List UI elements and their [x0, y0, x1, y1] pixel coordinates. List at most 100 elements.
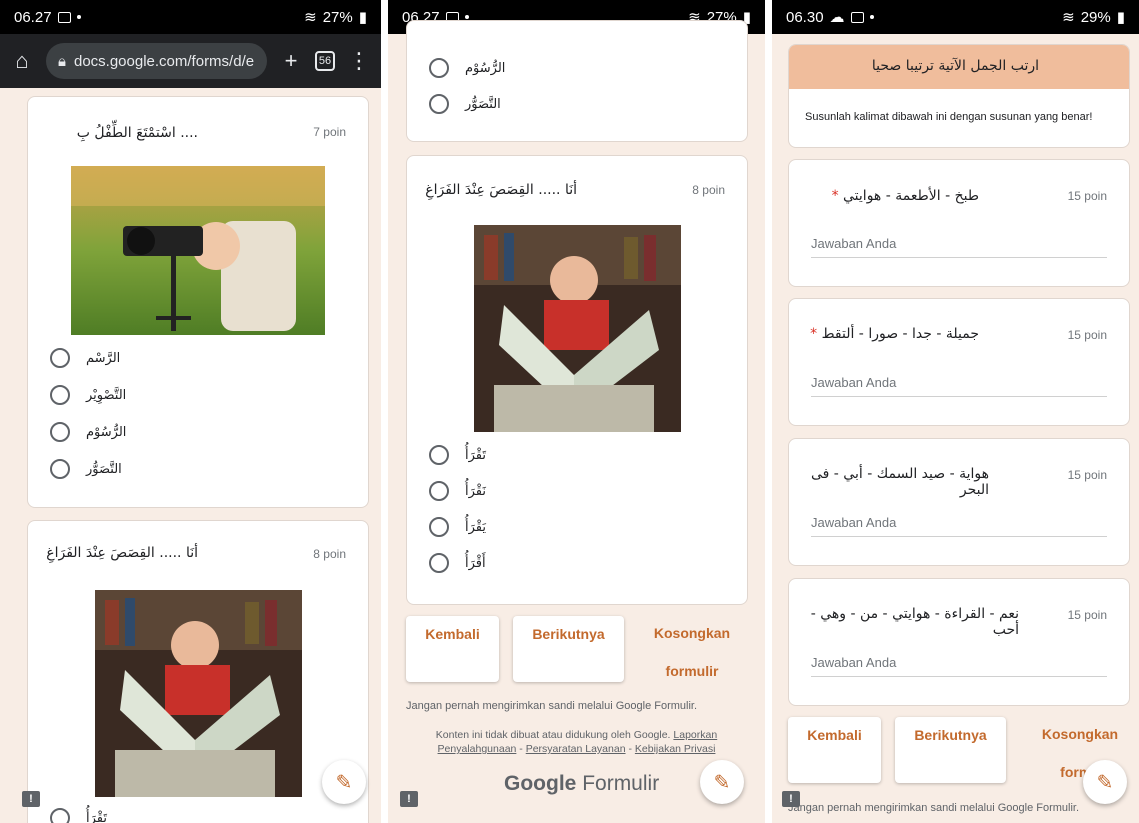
question-title: أنَا ..... القِصَصَ عِنْدَ الفَرَاغِ [425, 182, 577, 198]
question-points: 15 poin [1067, 468, 1107, 482]
child-camera-image [71, 166, 325, 335]
report-abuse-link-2[interactable]: Penyalahgunaan [438, 743, 517, 755]
answer-input[interactable]: Jawaban Anda [811, 655, 1107, 677]
boy-reading-image [95, 590, 302, 797]
option-2[interactable]: التَّصْوِيْر [50, 384, 126, 406]
divider [381, 0, 388, 823]
status-time: 06.30 [786, 8, 824, 26]
question-card-q8: أنَا ..... القِصَصَ عِنْدَ الفَرَاغِ 8 p… [406, 155, 748, 605]
option-1[interactable]: الرَّسْم [50, 347, 120, 369]
question-title: طبخ - الأطعمة - هوايتي * [831, 188, 979, 204]
pencil-icon[interactable]: ✎ [322, 760, 366, 804]
radio-button[interactable] [429, 481, 449, 501]
privacy-link[interactable]: Kebijakan Privasi [635, 743, 716, 755]
question-points: 15 poin [1067, 328, 1107, 342]
question-title: نعم - القراءة - هوايتي - من - وهي - أحب [810, 606, 1019, 638]
gallery-icon [850, 11, 864, 23]
question-card-continued: الرُّسُوْم التَّصَوُّر [406, 20, 748, 142]
question-title: جميلة - جدا - صورا - ألتقط * [810, 326, 979, 342]
radio-button[interactable] [429, 553, 449, 573]
option-4[interactable]: التَّصَوُّر [50, 458, 122, 480]
radio-button[interactable] [429, 94, 449, 114]
radio-button[interactable] [429, 58, 449, 78]
question-card-1: طبخ - الأطعمة - هوايتي * 15 poin Jawaban… [788, 159, 1130, 287]
status-bar: 06.30 ☁ ≋ 29% ▮ [772, 0, 1139, 34]
url-text: docs.google.com/forms/d/e [73, 52, 255, 70]
wifi-icon: ≋ [1062, 9, 1075, 26]
lock-icon: 🔒︎ [58, 52, 66, 70]
pencil-icon[interactable]: ✎ [1083, 760, 1127, 804]
section-title: ارتب الجمل الآتية ترتيبا صحيا [871, 58, 1039, 74]
question-card-q7: .... اسْتمْتَعَ الطِّفْلُ بِ 7 poin الرَ… [27, 96, 369, 508]
back-button[interactable]: Kembali [788, 717, 881, 783]
answer-input[interactable]: Jawaban Anda [811, 236, 1107, 258]
tabs-icon[interactable]: 56 [315, 51, 335, 71]
status-time: 06.27 [14, 8, 52, 26]
radio-button[interactable] [50, 385, 70, 405]
plus-icon[interactable]: + [279, 48, 303, 74]
radio-button[interactable] [50, 422, 70, 442]
next-button[interactable]: Berikutnya [513, 616, 624, 682]
question-card-q8: أنَا ..... القِصَصَ عِنْدَ الفَرَاغِ 8 p… [27, 520, 369, 823]
option-3[interactable]: الرُّسُوْم [429, 57, 505, 79]
required-marker: * [810, 326, 818, 342]
clear-form-label-2: formulir [665, 663, 719, 679]
option-3[interactable]: الرُّسُوْم [50, 421, 126, 443]
password-warning: Jangan pernah mengirimkan sandi melalui … [788, 802, 1080, 814]
answer-input[interactable]: Jawaban Anda [811, 375, 1107, 397]
option-4[interactable]: أَقْرَأُ [429, 552, 486, 574]
logo-google: Google [504, 772, 577, 795]
battery-icon: ▮ [1116, 9, 1125, 26]
question-card-3: هواية - صيد السمك - أبي - فى البحر 15 po… [788, 438, 1130, 566]
battery-icon: ▮ [358, 9, 367, 26]
battery-level: 27% [322, 8, 353, 26]
report-abuse-link-1[interactable]: Laporkan [673, 729, 717, 741]
question-points: 8 poin [692, 183, 725, 197]
menu-dots-icon[interactable]: ⋮ [347, 48, 371, 74]
battery-level: 29% [1080, 8, 1111, 26]
radio-button[interactable] [50, 459, 70, 479]
option-4[interactable]: التَّصَوُّر [429, 93, 501, 115]
pencil-icon[interactable]: ✎ [700, 760, 744, 804]
footer-dash-2: - [628, 743, 632, 755]
feedback-icon[interactable]: ! [782, 791, 800, 807]
notification-dot-icon [869, 15, 874, 19]
back-button[interactable]: Kembali [406, 616, 499, 682]
question-points: 7 poin [313, 125, 346, 139]
clear-form-button[interactable]: Kosongkan formulir [642, 614, 742, 690]
radio-button[interactable] [429, 445, 449, 465]
screen-3: 06.30 ☁ ≋ 29% ▮ ارتب الجمل الآتية ترتيبا… [772, 0, 1139, 823]
screen-2: 06.27 ≋ 27% ▮ الرُّسُوْم التَّصَوُّر أنَ… [388, 0, 765, 823]
address-bar[interactable]: 🔒︎ docs.google.com/forms/d/e [46, 43, 267, 79]
notification-dot-icon [76, 15, 81, 19]
feedback-icon[interactable]: ! [400, 791, 418, 807]
notification-dot-icon [464, 15, 469, 19]
question-points: 15 poin [1067, 189, 1107, 203]
wifi-icon: ≋ [304, 9, 317, 26]
disclaimer-text: Konten ini tidak dibuat atau didukung ol… [435, 729, 671, 741]
home-icon[interactable]: ⌂ [10, 48, 34, 74]
question-title: هواية - صيد السمك - أبي - فى البحر [810, 466, 989, 498]
option-partial[interactable]: تَقْرَأُ [50, 807, 107, 823]
radio-button[interactable] [50, 808, 70, 823]
google-forms-logo: Google Formulir [504, 772, 659, 796]
question-title: أنَا ..... القِصَصَ عِنْدَ الفَرَاغِ [46, 545, 198, 561]
question-card-4: نعم - القراءة - هوايتي - من - وهي - أحب … [788, 578, 1130, 706]
browser-toolbar: ⌂ 🔒︎ docs.google.com/forms/d/e + 56 ⋮ [0, 34, 381, 88]
option-1[interactable]: تَقْرَأُ [429, 444, 486, 466]
question-title: .... اسْتمْتَعَ الطِّفْلُ بِ [76, 125, 198, 141]
section-description: Susunlah kalimat dibawah ini dengan susu… [805, 111, 1093, 123]
gallery-icon [57, 11, 71, 23]
next-button[interactable]: Berikutnya [895, 717, 1006, 783]
logo-forms: Formulir [582, 772, 660, 795]
radio-button[interactable] [429, 517, 449, 537]
boy-reading-image [474, 225, 681, 432]
feedback-icon[interactable]: ! [22, 791, 40, 807]
radio-button[interactable] [50, 348, 70, 368]
password-warning: Jangan pernah mengirimkan sandi melalui … [406, 700, 698, 712]
answer-input[interactable]: Jawaban Anda [811, 515, 1107, 537]
option-3[interactable]: يَقْرَأُ [429, 516, 486, 538]
option-2[interactable]: نَقْرَأُ [429, 480, 486, 502]
terms-link[interactable]: Persyaratan Layanan [526, 743, 626, 755]
clear-form-label-1: Kosongkan [653, 625, 731, 641]
